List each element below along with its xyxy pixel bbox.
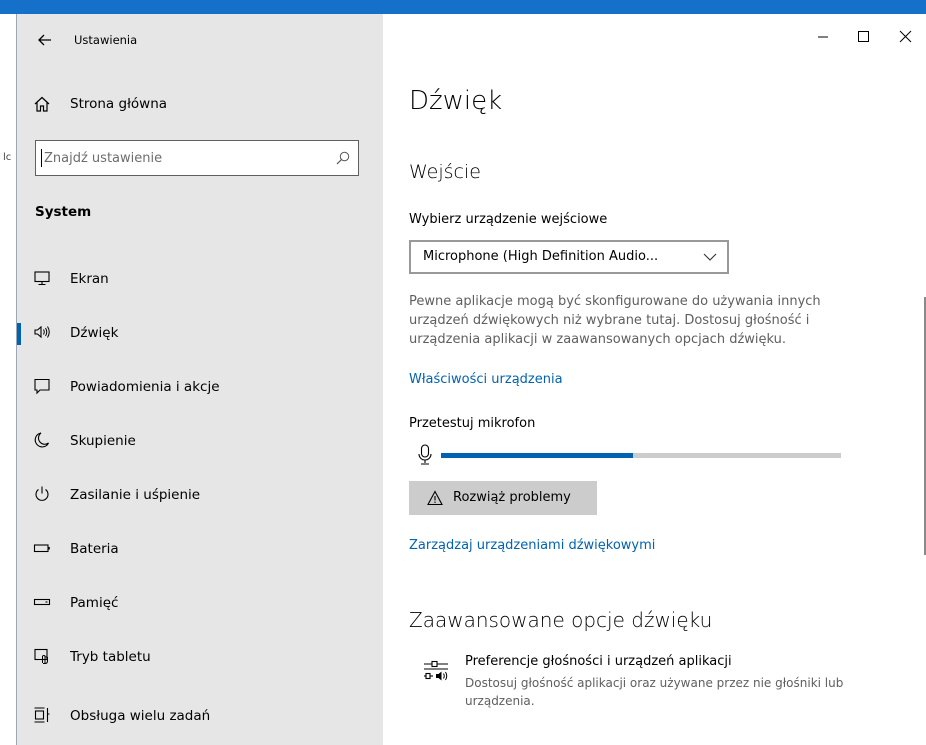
sidebar-item-power[interactable]: Zasilanie i uśpienie — [17, 477, 383, 513]
tablet-mode-icon — [34, 648, 48, 664]
sidebar-item-battery[interactable]: Bateria — [17, 531, 383, 567]
title-band — [0, 0, 926, 14]
description-text: Pewne aplikacje mogą być skonfigurowane … — [409, 294, 821, 347]
sidebar-item-label: Skupienie — [70, 433, 136, 449]
sidebar-item-label: Zasilanie i uśpienie — [70, 487, 201, 503]
moon-icon — [34, 432, 49, 448]
battery-icon — [33, 544, 50, 553]
home-nav-item[interactable]: Strona główna — [17, 90, 383, 120]
app-volume-title: Preferencje głośności i urządzeń aplikac… — [465, 654, 732, 669]
section-title: System — [35, 204, 92, 220]
sidebar-item-label: Pamięć — [70, 595, 119, 611]
sidebar: Ustawienia Strona główna System Ekran — [17, 14, 383, 745]
app-title: Ustawienia — [74, 33, 138, 47]
input-device-dropdown[interactable]: Microphone (High Definition Audio... — [409, 240, 729, 274]
sidebar-item-sound[interactable]: Dźwięk — [17, 315, 383, 351]
mic-level-fill — [441, 453, 633, 458]
app-volume-preferences-item[interactable]: Preferencje głośności i urządzeń aplikac… — [423, 654, 923, 714]
home-label: Strona główna — [70, 96, 168, 112]
page-title: Dźwięk — [409, 86, 503, 116]
input-heading: Wejście — [409, 161, 481, 183]
sidebar-item-tablet-mode[interactable]: Tryb tabletu — [17, 639, 383, 675]
choose-device-label: Wybierz urządzenie wejściowe — [409, 212, 608, 227]
advanced-heading: Zaawansowane opcje dźwięku — [409, 608, 713, 632]
search-box[interactable] — [35, 140, 359, 176]
sidebar-item-label: Dźwięk — [70, 325, 119, 341]
manage-sound-devices-link[interactable]: Zarządzaj urządzeniami dźwiękowymi — [409, 538, 655, 553]
speaker-icon — [34, 325, 50, 339]
settings-window: Ustawienia Strona główna System Ekran — [16, 14, 926, 745]
microphone-icon — [418, 444, 432, 465]
notification-icon — [34, 378, 50, 395]
sidebar-item-storage[interactable]: Pamięć — [17, 585, 383, 621]
text-caret — [41, 149, 42, 167]
device-properties-link[interactable]: Właściwości urządzenia — [409, 372, 563, 387]
main-content: Dźwięk Wejście Wybierz urządzenie wejści… — [383, 14, 926, 745]
mic-level-meter — [441, 453, 841, 458]
test-mic-label: Przetestuj mikrofon — [409, 416, 536, 431]
sidebar-item-label: Obsługa wielu zadań — [70, 708, 211, 724]
troubleshoot-button[interactable]: Rozwiąż problemy — [409, 481, 597, 515]
sidebar-item-label: Tryb tabletu — [70, 649, 151, 665]
sidebar-item-label: Bateria — [70, 541, 119, 557]
sidebar-item-notifications[interactable]: Powiadomienia i akcje — [17, 369, 383, 405]
troubleshoot-label: Rozwiąż problemy — [453, 490, 571, 505]
sidebar-item-label: Ekran — [70, 271, 109, 287]
chevron-down-icon — [703, 253, 717, 261]
back-arrow-icon[interactable] — [35, 30, 55, 50]
dropdown-value: Microphone (High Definition Audio... — [423, 249, 659, 264]
app-volume-icon — [424, 660, 448, 681]
home-icon — [34, 96, 50, 112]
sidebar-item-multitasking[interactable]: Obsługa wielu zadań — [17, 698, 383, 734]
sidebar-item-focus[interactable]: Skupienie — [17, 423, 383, 459]
sidebar-item-label: Powiadomienia i akcje — [70, 379, 220, 395]
storage-icon — [33, 598, 51, 606]
power-icon — [35, 486, 49, 501]
sidebar-item-display[interactable]: Ekran — [17, 261, 383, 297]
multitasking-icon — [34, 707, 50, 723]
monitor-icon — [34, 271, 50, 286]
warning-icon — [427, 490, 443, 506]
search-input[interactable] — [44, 141, 324, 175]
background-window-edge: lc — [0, 14, 16, 745]
app-volume-description: Dostosuj głośność aplikacji oraz używane… — [465, 676, 844, 708]
search-icon[interactable] — [336, 151, 350, 165]
background-text: lc — [3, 152, 12, 163]
